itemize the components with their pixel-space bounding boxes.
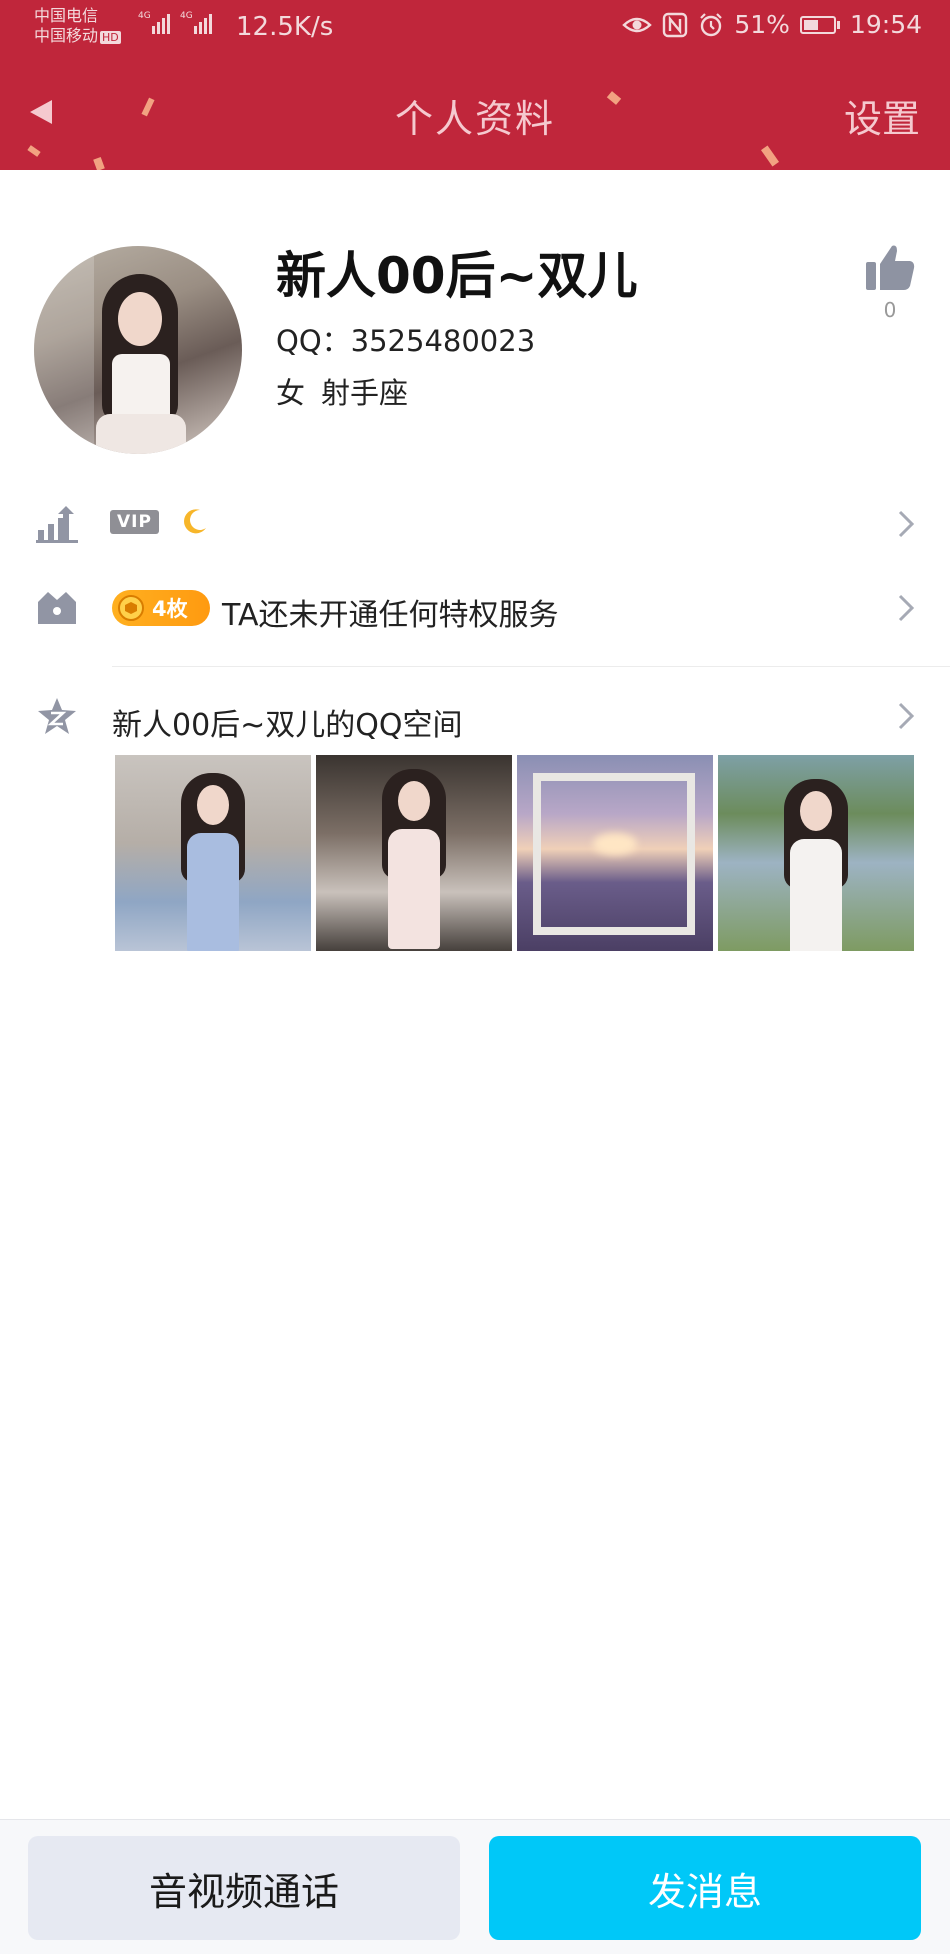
vip-level-row[interactable]: VIP xyxy=(0,484,950,564)
alarm-icon xyxy=(700,12,723,36)
chevron-right-icon xyxy=(898,594,915,622)
qzone-photo[interactable] xyxy=(517,755,713,951)
bottom-action-bar: 音视频通话 发消息 xyxy=(0,1819,950,1954)
video-call-button[interactable]: 音视频通话 xyxy=(28,1836,460,1940)
qzone-star-icon xyxy=(38,698,76,734)
settings-button[interactable]: 设置 xyxy=(844,88,920,143)
privilege-crown-icon xyxy=(38,592,76,624)
page-title: 个人资料 xyxy=(394,97,555,141)
signal-icon: 4G xyxy=(180,11,212,34)
net-type-1: 4G xyxy=(138,11,151,21)
nfc-icon xyxy=(663,12,688,37)
gender-zodiac-line: 女 射手座 xyxy=(276,370,408,412)
divider xyxy=(112,666,950,667)
carrier-2-line: 中国移动 HD xyxy=(34,26,121,46)
thumbs-up-icon xyxy=(866,245,915,290)
status-icons: 51% 19:54 xyxy=(622,10,922,39)
qzone-photo[interactable] xyxy=(316,755,512,951)
status-bar: 中国电信 中国移动 HD 4G 4G 12.5K/s 51% 19:54 xyxy=(0,0,950,56)
chevron-right-icon xyxy=(898,702,915,730)
carrier-2: 中国移动 xyxy=(34,26,99,45)
qzone-photo[interactable] xyxy=(718,755,914,951)
qzone-photo[interactable] xyxy=(115,755,311,951)
confetti-decoration xyxy=(760,145,780,167)
battery-percent: 51% xyxy=(734,10,790,39)
coin-badge: 4枚 xyxy=(112,590,210,626)
signal-indicators: 4G 4G xyxy=(138,11,212,34)
confetti-decoration xyxy=(27,145,41,157)
qzone-title: 新人00后~双儿的QQ空间 xyxy=(112,708,463,743)
send-message-button[interactable]: 发消息 xyxy=(489,1836,921,1940)
nickname: 新人00后~双儿 xyxy=(276,247,638,305)
level-chart-icon xyxy=(36,506,78,543)
qq-number-line: QQ：3525480023 xyxy=(276,318,535,360)
header: 中国电信 中国移动 HD 4G 4G 12.5K/s 51% 19:54 个人资… xyxy=(0,0,950,170)
coin-icon xyxy=(118,595,144,621)
clock: 19:54 xyxy=(849,10,922,39)
qq-label: QQ： xyxy=(276,324,351,358)
like-button[interactable]: 0 xyxy=(860,242,920,322)
carrier-1: 中国电信 xyxy=(34,6,99,25)
battery-icon xyxy=(799,15,840,34)
coin-count: 4枚 xyxy=(152,597,188,621)
carrier-info: 中国电信 中国移动 HD xyxy=(34,6,121,46)
qzone-row[interactable]: 新人00后~双儿的QQ空间 xyxy=(0,676,950,756)
net-speed: 12.5K/s xyxy=(236,12,334,42)
eye-icon xyxy=(622,17,653,32)
avatar[interactable] xyxy=(34,246,242,454)
like-count: 0 xyxy=(883,298,897,322)
privilege-text: TA还未开通任何特权服务 xyxy=(222,598,559,633)
hd-badge: HD xyxy=(100,31,121,44)
qzone-photo-grid xyxy=(115,755,914,951)
privilege-row[interactable]: 4枚 TA还未开通任何特权服务 xyxy=(0,568,950,648)
vip-badge: VIP xyxy=(110,510,159,534)
zodiac: 射手座 xyxy=(321,376,409,410)
net-type-2: 4G xyxy=(180,11,193,21)
confetti-decoration xyxy=(93,156,105,170)
moon-icon xyxy=(184,509,206,534)
signal-icon: 4G xyxy=(138,11,170,34)
qq-number: 3525480023 xyxy=(350,324,536,358)
chevron-right-icon xyxy=(898,510,915,538)
gender: 女 xyxy=(276,376,306,410)
